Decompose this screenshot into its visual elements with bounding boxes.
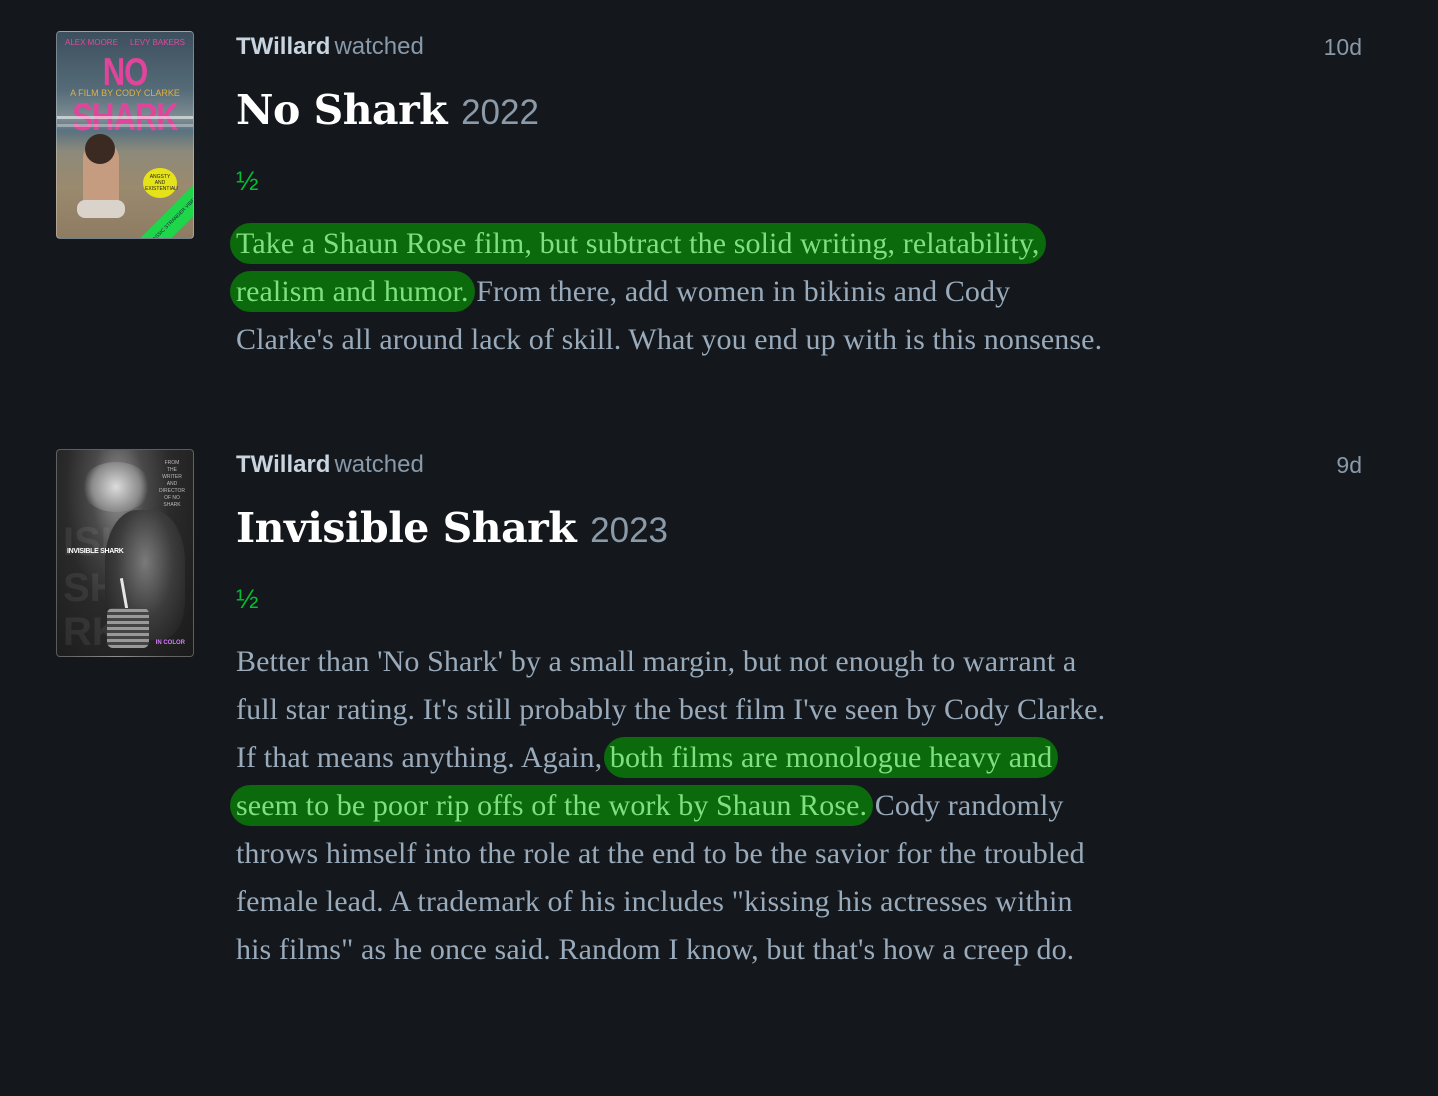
- poster-wave: [57, 116, 193, 119]
- review-text[interactable]: Take a Shaun Rose film, but subtract the…: [230, 220, 1106, 364]
- poster-glass: [107, 608, 149, 648]
- username-link[interactable]: TWillard: [236, 33, 330, 60]
- timestamp[interactable]: 10d: [1324, 32, 1362, 62]
- poster-credit-left: ALEX MOORE: [65, 38, 118, 47]
- film-poster[interactable]: ALEX MOORE LEVY BAKERS NO SHARK A FILM B…: [56, 31, 194, 239]
- poster-color-label: IN COLOR: [155, 640, 185, 646]
- poster-title: INVISIBLE SHARK: [67, 548, 124, 555]
- film-title-link[interactable]: No Shark: [236, 86, 448, 134]
- poster-credit: FROM THE WRITER AND DIRECTOR OF NO SHARK: [159, 460, 186, 508]
- film-year-link[interactable]: 2023: [590, 511, 668, 550]
- poster-badge-text: ANGSTY AND EXISTENTIAL!: [145, 173, 179, 192]
- poster-shorts: [77, 200, 125, 218]
- film-poster[interactable]: FROM THE WRITER AND DIRECTOR OF NO SHARK…: [56, 449, 194, 657]
- film-year-link[interactable]: 2022: [461, 93, 539, 132]
- poster-cloud: [81, 462, 151, 512]
- activity-action: watched: [334, 33, 424, 60]
- film-heading: No Shark 2022: [236, 86, 539, 134]
- poster-badge: ANGSTY AND EXISTENTIAL!: [143, 168, 179, 198]
- activity-meta: TWillard watched: [236, 32, 424, 62]
- review-text[interactable]: Better than 'No Shark' by a small margin…: [230, 638, 1106, 974]
- username-link[interactable]: TWillard: [236, 451, 330, 478]
- poster-credits: ALEX MOORE LEVY BAKERS: [65, 38, 185, 47]
- poster-subtitle: A FILM BY CODY CLARKE: [70, 88, 180, 98]
- star-rating: ½: [236, 166, 259, 196]
- poster-credit-right: LEVY BAKERS: [130, 38, 185, 47]
- film-title-link[interactable]: Invisible Shark: [236, 504, 577, 552]
- poster-hair: [85, 134, 115, 164]
- timestamp[interactable]: 9d: [1336, 450, 1362, 480]
- activity-action: watched: [334, 451, 424, 478]
- poster-wave: [57, 124, 193, 127]
- star-rating: ½: [236, 584, 259, 614]
- activity-meta: TWillard watched: [236, 450, 424, 480]
- film-heading: Invisible Shark 2023: [236, 504, 668, 552]
